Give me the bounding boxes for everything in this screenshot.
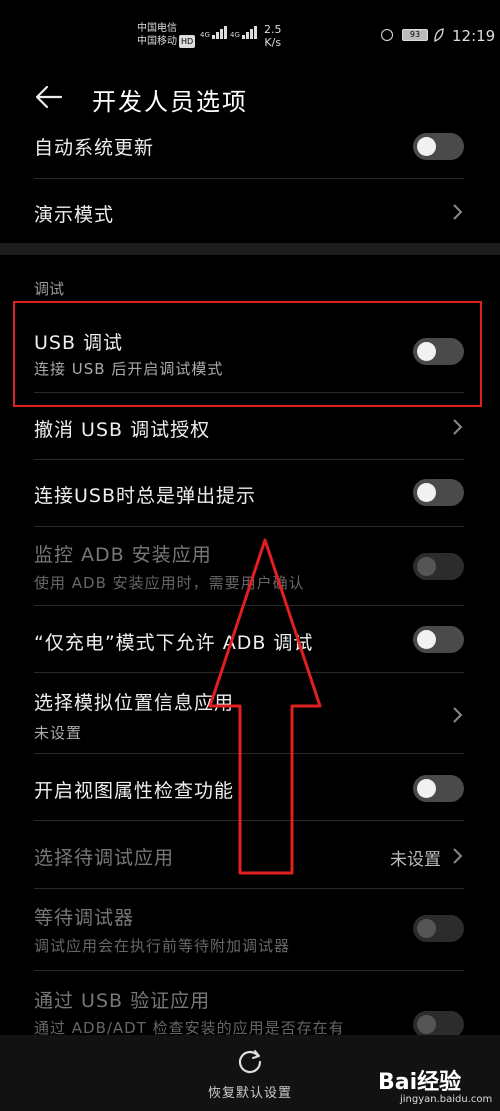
verify-usb-toggle[interactable] xyxy=(413,1011,464,1035)
status-bar: 中国电信 中国移动 HD 4G 4G 2.5 K/s 93 12:19 xyxy=(0,0,500,65)
annotation-arrow-up xyxy=(200,536,330,885)
page-title: 开发人员选项 xyxy=(92,88,248,116)
reset-icon[interactable] xyxy=(235,1047,265,1077)
setting-title: 撤消 USB 调试授权 xyxy=(34,419,211,441)
setting-title: 监控 ADB 安装应用 xyxy=(34,544,212,566)
wait-debugger-toggle[interactable] xyxy=(413,915,464,942)
chevron-right-icon xyxy=(450,847,464,865)
setting-wait-for-debugger[interactable]: 等待调试器 调试应用会在执行前等待附加调试器 xyxy=(0,895,500,967)
speed-value: 2.5 xyxy=(264,23,282,36)
setting-title: 通过 USB 验证应用 xyxy=(34,990,211,1012)
setting-verify-apps-usb[interactable]: 通过 USB 验证应用 通过 ADB/ADT 检查安装的应用是否存在有 xyxy=(0,977,500,1035)
auto-update-toggle[interactable] xyxy=(413,133,464,160)
network-type-2: 4G xyxy=(230,31,240,39)
alarm-icon xyxy=(381,29,393,41)
power-saving-leaf-icon xyxy=(434,28,444,42)
baidu-jingyan-watermark: Bai经验 xyxy=(378,1070,462,1095)
usb-prompt-toggle[interactable] xyxy=(413,479,464,506)
toggle-knob xyxy=(417,557,436,576)
back-arrow-icon[interactable] xyxy=(34,82,64,112)
chevron-right-icon xyxy=(450,706,464,724)
divider xyxy=(34,970,464,971)
speed-unit: K/s xyxy=(264,36,282,49)
toggle-knob xyxy=(417,483,436,502)
signal-icon-2: 4G xyxy=(230,26,257,39)
setting-auto-system-update[interactable]: 自动系统更新 xyxy=(0,130,500,178)
divider xyxy=(34,888,464,889)
battery-level: 93 xyxy=(409,30,421,39)
setting-subtitle: 调试应用会在执行前等待附加调试器 xyxy=(34,937,291,955)
toggle-knob xyxy=(417,779,436,798)
divider xyxy=(34,526,464,527)
hd-badge: HD xyxy=(179,35,196,48)
signal-icon-1: 4G xyxy=(200,26,227,39)
clock: 12:19 xyxy=(452,27,496,45)
setting-subtitle: 通过 ADB/ADT 检查安装的应用是否存在有 xyxy=(34,1019,345,1035)
toggle-knob xyxy=(417,137,436,156)
toggle-knob xyxy=(417,1015,436,1034)
setting-demo-mode[interactable]: 演示模式 xyxy=(0,190,500,240)
setting-revoke-usb-authorization[interactable]: 撤消 USB 调试授权 xyxy=(0,400,500,458)
battery-icon: 93 xyxy=(402,29,428,41)
setting-title: 连接USB时总是弹出提示 xyxy=(34,485,257,507)
setting-subtitle: 未设置 xyxy=(34,724,83,742)
section-separator xyxy=(0,243,500,255)
divider xyxy=(34,178,464,179)
carrier-info: 中国电信 中国移动 HD xyxy=(137,22,196,48)
setting-title: 选择待调试应用 xyxy=(34,847,175,869)
carrier-2: 中国移动 xyxy=(137,36,177,47)
section-header-debug: 调试 xyxy=(34,280,65,298)
charge-only-adb-toggle[interactable] xyxy=(413,626,464,653)
setting-title: 自动系统更新 xyxy=(34,137,155,159)
network-speed: 2.5 K/s xyxy=(264,23,282,49)
setting-usb-connect-prompt[interactable]: 连接USB时总是弹出提示 xyxy=(0,465,500,525)
chevron-right-icon xyxy=(450,418,464,436)
setting-value: 未设置 xyxy=(390,850,441,870)
monitor-adb-toggle[interactable] xyxy=(413,553,464,580)
chevron-right-icon xyxy=(450,203,464,221)
divider xyxy=(34,459,464,460)
view-attribute-toggle[interactable] xyxy=(413,775,464,802)
toggle-knob xyxy=(417,919,436,938)
carrier-1: 中国电信 xyxy=(137,23,177,34)
annotation-highlight-box xyxy=(13,301,482,407)
network-type-1: 4G xyxy=(200,31,210,39)
watermark-url: jingyan.baidu.com xyxy=(400,1094,493,1105)
toggle-knob xyxy=(417,630,436,649)
setting-title: 等待调试器 xyxy=(34,907,135,929)
setting-title: 演示模式 xyxy=(34,204,115,226)
